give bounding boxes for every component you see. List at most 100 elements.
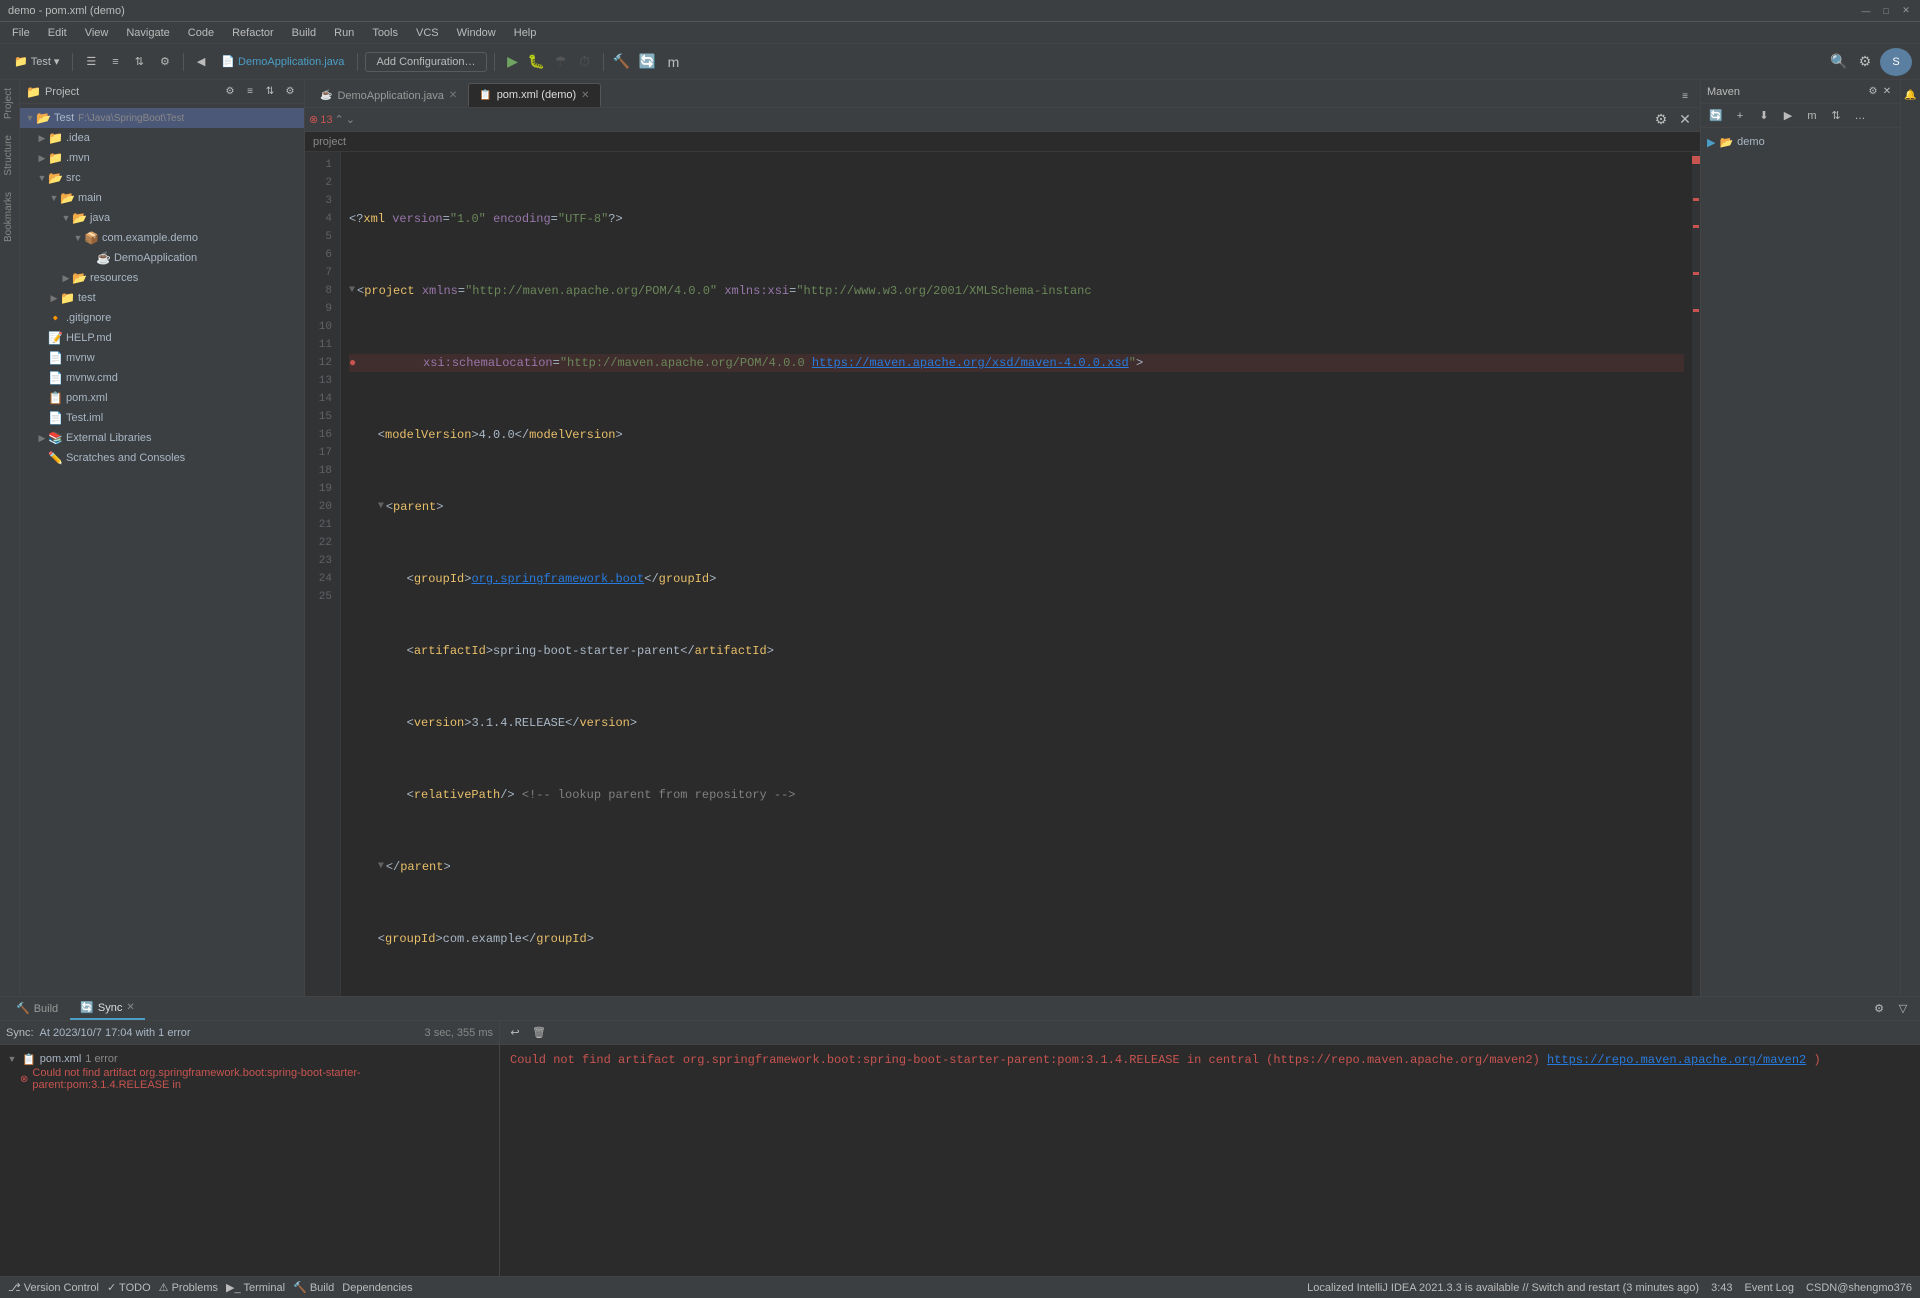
menu-vcs[interactable]: VCS [408, 25, 447, 41]
status-idea-update[interactable]: Localized IntelliJ IDEA 2021.3.3 is avai… [1307, 1282, 1699, 1294]
structure-icon-btn[interactable]: ☰ [80, 50, 102, 74]
tree-item-package[interactable]: ▼ 📦 com.example.demo [20, 228, 304, 248]
tree-item-test[interactable]: ▶ 📁 test [20, 288, 304, 308]
tree-item-demoapplication[interactable]: ☕ DemoApplication [20, 248, 304, 268]
menu-view[interactable]: View [77, 25, 117, 41]
notifications-icon[interactable]: 🔔 [1900, 84, 1920, 106]
maven-more-icon[interactable]: … [1849, 105, 1871, 127]
maven-add-icon[interactable]: + [1729, 105, 1751, 127]
tree-item-scratches[interactable]: ✏️ Scratches and Consoles [20, 448, 304, 468]
status-user[interactable]: CSDN@shengmo376 [1806, 1282, 1912, 1294]
output-wrap-icon[interactable]: ↩ [504, 1022, 526, 1044]
output-error-link[interactable]: https://repo.maven.apache.org/maven2 [1547, 1053, 1806, 1067]
menu-build[interactable]: Build [284, 25, 324, 41]
maven-button[interactable]: m [663, 51, 685, 73]
status-event-log[interactable]: Event Log [1745, 1282, 1795, 1294]
add-configuration-button[interactable]: Add Configuration… [365, 52, 486, 72]
build-button[interactable]: 🔨 [611, 51, 633, 73]
bottom-tab-build[interactable]: 🔨 Build [6, 998, 68, 1020]
maven-item-demo[interactable]: ▶ 📂 demo [1701, 132, 1900, 152]
tree-item-src[interactable]: ▼ 📂 src [20, 168, 304, 188]
project-settings-icon[interactable]: ⚙ [222, 84, 238, 100]
menu-tools[interactable]: Tools [364, 25, 406, 41]
status-dependencies[interactable]: Dependencies [342, 1282, 412, 1294]
status-todo[interactable]: ✓ TODO [107, 1281, 151, 1294]
search-everywhere-icon[interactable]: 🔍 [1828, 51, 1850, 73]
tree-item-mvnw[interactable]: 📄 mvnw [20, 348, 304, 368]
tree-item-mvnwcmd[interactable]: 📄 mvnw.cmd [20, 368, 304, 388]
status-vcs[interactable]: ⎇ Version Control [8, 1281, 99, 1294]
maven-expand-icon[interactable]: ⇅ [1825, 105, 1847, 127]
status-problems[interactable]: ⚠ Problems [159, 1281, 218, 1294]
tree-item-pomxml[interactable]: 📋 pom.xml [20, 388, 304, 408]
code-url-3[interactable]: https://maven.apache.org/xsd/maven-4.0.0… [812, 354, 1129, 372]
build-item-pomxml[interactable]: ▼ 📋 pom.xml 1 error [0, 1049, 499, 1069]
status-line-col[interactable]: 3:43 [1711, 1282, 1732, 1294]
debug-button[interactable]: 🐛 [526, 51, 548, 73]
coverage-button[interactable]: ☂ [550, 51, 572, 73]
menu-window[interactable]: Window [449, 25, 504, 41]
error-nav-prev[interactable]: ⌃ [334, 113, 343, 126]
gear-icon-btn[interactable]: ⚙ [154, 50, 176, 74]
maven-toggle-icon[interactable]: m [1801, 105, 1823, 127]
menu-help[interactable]: Help [506, 25, 545, 41]
run-config-prev[interactable]: ◀ [191, 50, 211, 74]
menu-code[interactable]: Code [180, 25, 222, 41]
code-content[interactable]: <?xml version="1.0" encoding="UTF-8"?> ▼… [341, 152, 1692, 996]
maximize-button[interactable]: □ [1880, 5, 1892, 17]
tab-close-pomxml[interactable]: ✕ [581, 90, 589, 101]
tree-item-extlibs[interactable]: ▶ 📚 External Libraries [20, 428, 304, 448]
tree-item-gitignore[interactable]: 🔸 .gitignore [20, 308, 304, 328]
maven-refresh-icon[interactable]: 🔄 [1705, 105, 1727, 127]
tree-item-helpmd[interactable]: 📝 HELP.md [20, 328, 304, 348]
status-terminal[interactable]: ▶_ Terminal [226, 1281, 285, 1294]
editor-close-icon[interactable]: ✕ [1674, 109, 1696, 131]
build-output[interactable]: Could not find artifact org.springframew… [500, 1045, 1920, 1276]
bookmarks-vertical-tab[interactable]: Bookmarks [0, 184, 19, 250]
fold-icon-2[interactable]: ▼ [349, 282, 355, 300]
user-avatar[interactable]: S [1880, 48, 1912, 76]
bottom-settings-icon[interactable]: ⚙ [1868, 998, 1890, 1020]
maven-run-icon[interactable]: ▶ [1777, 105, 1799, 127]
menu-navigate[interactable]: Navigate [118, 25, 177, 41]
project-expand-icon[interactable]: ⇅ [262, 84, 278, 100]
build-item-error[interactable]: ⊗ Could not find artifact org.springfram… [0, 1069, 499, 1089]
project-gear-icon[interactable]: ⚙ [282, 84, 298, 100]
maven-settings-icon[interactable]: ⚙ [1866, 85, 1880, 99]
status-build-bottom[interactable]: 🔨 Build [293, 1281, 334, 1294]
tab-pomxml[interactable]: 📋 pom.xml (demo) ✕ [468, 83, 600, 107]
window-controls[interactable]: — □ ✕ [1860, 5, 1912, 17]
maven-close-icon[interactable]: ✕ [1880, 85, 1894, 99]
tree-item-main[interactable]: ▼ 📂 main [20, 188, 304, 208]
bottom-hide-icon[interactable]: ▽ [1892, 998, 1914, 1020]
tree-item-resources[interactable]: ▶ 📂 resources [20, 268, 304, 288]
menu-file[interactable]: File [4, 25, 38, 41]
error-nav-next[interactable]: ⌄ [346, 113, 355, 126]
tab-close-demoapplication[interactable]: ✕ [449, 90, 457, 101]
run-config-file[interactable]: 📄 DemoApplication.java [215, 50, 350, 74]
tab-demoapplication[interactable]: ☕ DemoApplication.java ✕ [309, 83, 468, 107]
menu-edit[interactable]: Edit [40, 25, 75, 41]
project-vertical-tab[interactable]: Project [0, 80, 19, 127]
project-selector[interactable]: 📁 Test ▾ [8, 50, 65, 74]
more-tabs-icon[interactable]: ≡ [1674, 85, 1696, 107]
structure-vertical-tab[interactable]: Structure [0, 127, 19, 184]
menu-refactor[interactable]: Refactor [224, 25, 282, 41]
list-icon-btn[interactable]: ≡ [106, 50, 124, 74]
editor-settings-icon[interactable]: ⚙ [1650, 109, 1672, 131]
fold-icon-10[interactable]: ▼ [378, 858, 384, 876]
project-collapse-icon[interactable]: ≡ [242, 84, 258, 100]
sync-button[interactable]: 🔄 [637, 51, 659, 73]
tree-item-root[interactable]: ▼ 📂 Test F:\Java\SpringBoot\Test [20, 108, 304, 128]
tree-item-testiml[interactable]: 📄 Test.iml [20, 408, 304, 428]
minimize-button[interactable]: — [1860, 5, 1872, 17]
output-clear-icon[interactable]: 🗑 [528, 1022, 550, 1044]
maven-download-icon[interactable]: ⬇ [1753, 105, 1775, 127]
sort-icon-btn[interactable]: ⇅ [129, 50, 150, 74]
fold-icon-5[interactable]: ▼ [378, 498, 384, 516]
settings-icon[interactable]: ⚙ [1854, 51, 1876, 73]
close-button[interactable]: ✕ [1900, 5, 1912, 17]
menu-run[interactable]: Run [326, 25, 362, 41]
tree-item-java[interactable]: ▼ 📂 java [20, 208, 304, 228]
bottom-tab-sync[interactable]: 🔄 Sync ✕ [70, 998, 145, 1020]
